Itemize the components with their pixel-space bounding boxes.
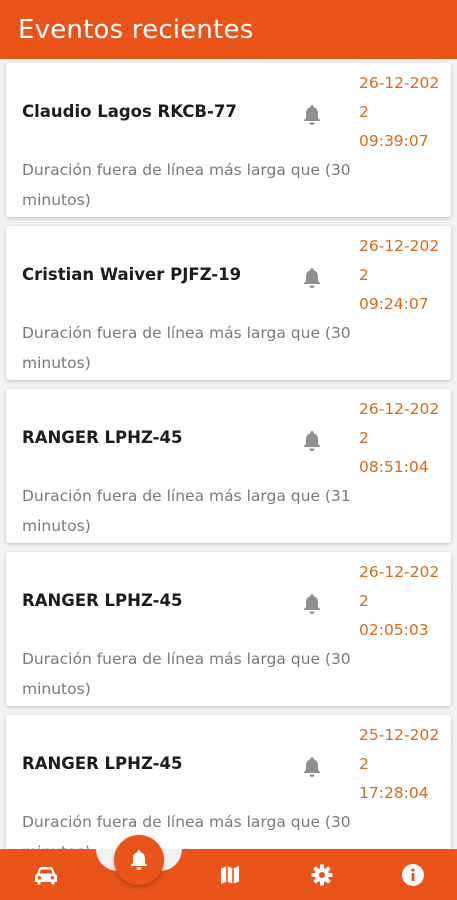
bell-icon: [131, 850, 147, 870]
event-description: Duración fuera de línea más larga que (3…: [22, 650, 351, 698]
event-card[interactable]: Claudio Lagos RKCB-77 26-12-2022 09:39:07…: [6, 63, 451, 217]
event-timestamp: 26-12-2022 08:51:04: [359, 395, 445, 482]
bell-icon: [304, 431, 320, 451]
event-timestamp: 25-12-2022 17:28:04: [359, 721, 445, 808]
gear-icon: [311, 864, 333, 885]
event-name: RANGER LPHZ-45: [22, 754, 183, 773]
map-icon: [221, 865, 239, 884]
event-name: RANGER LPHZ-45: [22, 428, 183, 447]
nav-events-button[interactable]: [114, 835, 164, 885]
event-list: Claudio Lagos RKCB-77 26-12-2022 09:39:07…: [0, 59, 457, 849]
event-time: 09:39:07: [359, 132, 429, 150]
event-name: RANGER LPHZ-45: [22, 591, 183, 610]
event-time: 09:24:07: [359, 295, 429, 313]
event-timestamp: 26-12-2022 09:39:07: [359, 69, 445, 156]
bell-icon: [304, 105, 320, 125]
bell-icon: [304, 268, 320, 288]
event-card[interactable]: Cristian Waiver PJFZ-19 26-12-2022 09:24:…: [6, 226, 451, 380]
event-card[interactable]: RANGER LPHZ-45 26-12-2022 02:05:03 Duraci…: [6, 552, 451, 706]
bell-icon: [304, 594, 320, 614]
car-icon: [35, 866, 57, 884]
nav-info-button[interactable]: [393, 849, 433, 900]
page-title: Eventos recientes: [18, 14, 254, 45]
nav-vehicles-button[interactable]: [26, 849, 66, 900]
event-date: 26-12-2022: [359, 400, 440, 447]
event-timestamp: 26-12-2022 09:24:07: [359, 232, 445, 319]
event-timestamp: 26-12-2022 02:05:03: [359, 558, 445, 645]
event-date: 25-12-2022: [359, 726, 440, 773]
event-description: Duración fuera de línea más larga que (3…: [22, 161, 351, 209]
event-time: 17:28:04: [359, 784, 429, 802]
event-time: 02:05:03: [359, 621, 429, 639]
event-name: Cristian Waiver PJFZ-19: [22, 265, 242, 284]
bell-icon: [304, 757, 320, 777]
event-card[interactable]: RANGER LPHZ-45 25-12-2022 17:28:04 Duraci…: [6, 715, 451, 849]
nav-map-button[interactable]: [210, 849, 250, 900]
event-description: Duración fuera de línea más larga que (3…: [22, 324, 351, 372]
info-icon: [402, 863, 424, 886]
event-time: 08:51:04: [359, 458, 429, 476]
event-card[interactable]: RANGER LPHZ-45 26-12-2022 08:51:04 Duraci…: [6, 389, 451, 543]
event-date: 26-12-2022: [359, 74, 440, 121]
app-bar: Eventos recientes: [0, 0, 457, 59]
nav-settings-button[interactable]: [302, 849, 342, 900]
event-name: Claudio Lagos RKCB-77: [22, 102, 237, 121]
event-date: 26-12-2022: [359, 237, 440, 284]
event-date: 26-12-2022: [359, 563, 440, 610]
event-description: Duración fuera de línea más larga que (3…: [22, 487, 351, 535]
event-description: Duración fuera de línea más larga que (3…: [22, 813, 351, 849]
